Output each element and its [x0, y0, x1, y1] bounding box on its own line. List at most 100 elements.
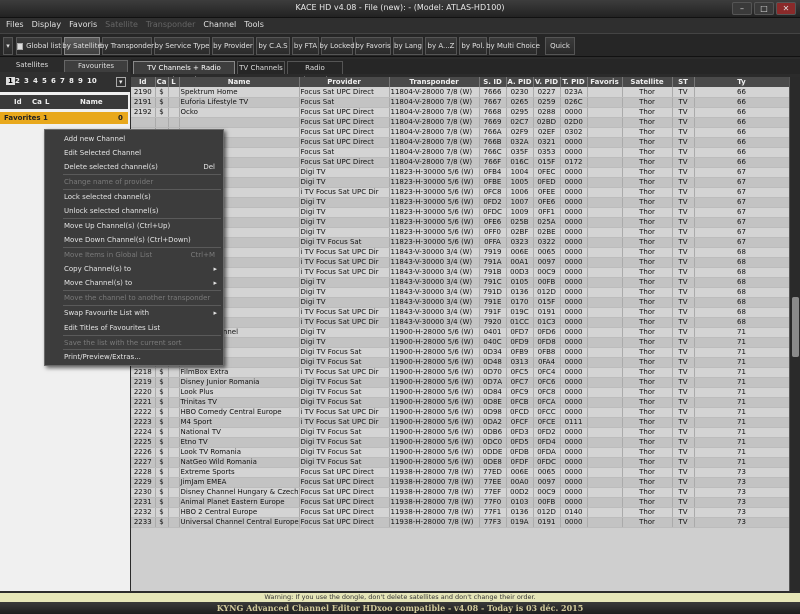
column-header[interactable]: ST [672, 77, 695, 87]
favourite-list-2[interactable]: 2 [15, 77, 20, 85]
sort-button-8[interactable]: by Lang [393, 37, 423, 55]
column-header[interactable]: Name [179, 77, 300, 87]
table-row[interactable]: 2233 $ Universal Channel Central Europe Foc… [131, 517, 789, 528]
sort-button-4[interactable]: by C.A.S [256, 37, 290, 55]
table-row[interactable]: Focus Sat 11804-V-28000 7/8 (W) 766C 035F 03… [131, 147, 789, 158]
table-row[interactable]: 2220 $ Look Plus Digi TV Focus Sat 11900-H-2… [131, 387, 789, 398]
column-header[interactable]: Id [131, 77, 156, 87]
table-row[interactable]: i TV Focus Sat UPC Dir 11823-H-30000 5/6 … [131, 187, 789, 198]
table-row[interactable]: DDigi TV11843-V-30000 3/4 (W)791E0170015… [131, 297, 789, 308]
column-header[interactable]: V. PID [533, 77, 561, 87]
table-row[interactable]: HD RomaniaDigi TV11823-H-30000 5/6 (W)0F… [131, 227, 789, 238]
column-header[interactable]: A. PID [506, 77, 534, 87]
table-row[interactable]: Focus Sat UPC Direct 11804-V-28000 7/8 (W… [131, 117, 789, 128]
table-row[interactable]: 2230 $ Disney Channel Hungary & Czech Focus… [131, 487, 789, 498]
favourite-list-1[interactable]: 1 [6, 77, 15, 85]
table-row[interactable]: Channeli TV Focus Sat UPC Dir11843-V-300… [131, 307, 789, 318]
minimize-icon[interactable]: – [732, 2, 752, 15]
close-icon[interactable]: ✕ [776, 2, 796, 15]
table-row[interactable]: 2191 $ Euforia Lifestyle TV Focus Sat 11804-… [131, 97, 789, 108]
favourite-list-6[interactable]: 6 [51, 77, 56, 85]
context-menu-item[interactable]: Edit Titles of Favourites List [45, 322, 223, 334]
col-id[interactable]: Id [14, 98, 22, 106]
favourite-list-8[interactable]: 8 [69, 77, 74, 85]
favourite-row[interactable]: Favorites 1 0 [0, 112, 128, 124]
sort-button-1[interactable]: by Transponder [100, 37, 154, 55]
context-menu-item[interactable]: Lock selected channel(s) [45, 191, 223, 203]
table-row[interactable]: HD HungaryDigi TV11823-H-30000 5/6 (W)0F… [131, 207, 789, 218]
table-row[interactable]: ungary)Digi TV11823-H-30000 5/6 (W)0FBE1… [131, 177, 789, 188]
table-row[interactable]: 2215$Digi Sport 3Digi TV11900-H-28000 5/… [131, 337, 789, 348]
favourite-list-4[interactable]: 4 [33, 77, 38, 85]
table-row[interactable]: 2216$Taraf TVDigi TV Focus Sat11900-H-28… [131, 347, 789, 358]
menu-display[interactable]: Display [28, 18, 66, 33]
table-row[interactable]: 2232 $ HBO 2 Central Europe Focus Sat UPC D… [131, 507, 789, 518]
table-row[interactable]: 2222 $ HBO Comedy Central Europe i TV Focus… [131, 407, 789, 418]
table-row[interactable]: 2226 $ Look TV Romania Digi TV Focus Sat 119… [131, 447, 789, 458]
sort-button-0[interactable]: by Satellite [62, 37, 102, 55]
dropdown-toggle-button[interactable]: ▾ [3, 37, 13, 55]
table-row[interactable]: 2214$1 Music ChannelDigi TV11900-H-28000… [131, 327, 789, 338]
menu-files[interactable]: Files [2, 18, 28, 33]
tab-radio[interactable]: Radio Channels [287, 61, 343, 84]
chevron-down-icon[interactable]: ▾ [116, 77, 126, 87]
col-ca[interactable]: Ca [32, 98, 42, 106]
table-row[interactable]: HD RomaniaDigi TV11823-H-30000 5/6 (W)0F… [131, 217, 789, 228]
column-header[interactable]: Provider [299, 77, 390, 87]
table-row[interactable]: HD HungaryDigi TV11823-H-30000 5/6 (W)0F… [131, 197, 789, 208]
sort-button-12[interactable]: Quick [545, 37, 575, 55]
sort-button-2[interactable]: by Service Type [154, 37, 210, 55]
table-row[interactable]: 2223 $ M4 Sport i TV Focus Sat UPC Dir 11900… [131, 417, 789, 428]
table-row[interactable]: 2231 $ Animal Planet Eastern Europe Focus S… [131, 497, 789, 508]
table-row[interactable]: 2218 $ FilmBox Extra i TV Focus Sat UPC Dir… [131, 367, 789, 378]
favourite-list-10[interactable]: 10 [87, 77, 97, 85]
context-menu-item[interactable]: Copy Channel(s) to ▸ [45, 263, 223, 275]
global-list-checkbox[interactable]: Global list [16, 37, 62, 55]
context-menu-item[interactable]: Move Channel(s) to ▸ [45, 277, 223, 289]
table-row[interactable]: 2192 $ Ocko Focus Sat UPC Direct 11804-V-280… [131, 107, 789, 118]
sort-button-6[interactable]: by Locked [319, 37, 355, 55]
menu-transponder[interactable]: Transponder [142, 18, 199, 33]
column-header[interactable]: Favoris [587, 77, 623, 87]
favourite-list-9[interactable]: 9 [78, 77, 83, 85]
tab-tv[interactable]: TV Channels [237, 61, 285, 74]
context-menu-item[interactable]: Add new Channel [45, 133, 223, 145]
column-header[interactable]: Ty [694, 77, 789, 87]
menu-tools[interactable]: Tools [240, 18, 268, 33]
context-menu-item[interactable]: Delete selected channel(s) Del [45, 161, 223, 173]
col-l[interactable]: L [45, 98, 49, 106]
table-row[interactable]: 2227 $ NatGeo Wild Romania Digi TV Focus Sa… [131, 457, 789, 468]
scroll-thumb[interactable] [792, 297, 799, 357]
column-header[interactable]: Ca [155, 77, 169, 87]
tab-tv-radio[interactable]: TV Channels + Radio Channels [133, 61, 235, 84]
table-row[interactable]: 2228 $ Extreme Sports Focus Sat UPC Direct 1… [131, 467, 789, 478]
table-row[interactable]: 2225 $ Etno TV Digi TV Focus Sat 11900-H-280… [131, 437, 789, 448]
column-header[interactable]: Satellite [622, 77, 673, 87]
table-row[interactable]: 2224 $ National TV Digi TV Focus Sat 11900-H… [131, 427, 789, 438]
context-menu-item[interactable]: Print/Preview/Extras... [45, 351, 223, 363]
context-menu-item[interactable]: Unlock selected channel(s) [45, 205, 223, 217]
menu-satellite[interactable]: Satellite [101, 18, 142, 33]
tab-favourites[interactable]: Favourites [64, 60, 128, 72]
sort-button-11[interactable]: by Multi Choice [486, 37, 540, 55]
table-row[interactable]: i TV Focus Sat UPC Dir 11843-V-30000 3/4 … [131, 247, 789, 258]
favourite-list-7[interactable]: 7 [60, 77, 65, 85]
table-row[interactable]: HD HungaryDigi TV11823-H-30000 5/6 (W)0F… [131, 167, 789, 178]
table-row[interactable]: Focus Sat UPC Direct 11804-V-28000 7/8 (W… [131, 137, 789, 148]
menu-channel[interactable]: Channel [199, 18, 240, 33]
context-menu-item[interactable]: Edit Selected Channel [45, 147, 223, 159]
table-row[interactable]: 2190 $ Spektrum Home Focus Sat UPC Direct 11… [131, 87, 789, 98]
table-row[interactable]: ngaryi TV Focus Sat UPC Dir11843-V-30000… [131, 317, 789, 328]
context-menu-item[interactable]: Swap Favourite List with ▸ [45, 307, 223, 319]
table-row[interactable]: 2217$Agro TVDigi TV Focus Sat11900-H-280… [131, 357, 789, 368]
table-row[interactable]: i TV Focus Sat UPC Dir 11843-V-30000 3/4 … [131, 257, 789, 268]
context-menu-item[interactable]: Move Up Channel(s) (Ctrl+Up) [45, 220, 223, 232]
col-name[interactable]: Name [80, 98, 103, 106]
table-row[interactable]: ungaryDigi TV11843-V-30000 3/4 (W)791D01… [131, 287, 789, 298]
tab-satellites[interactable]: Satellites [2, 60, 62, 72]
table-row[interactable]: 2219 $ Disney Junior Romania Digi TV Focus … [131, 377, 789, 388]
table-row[interactable]: Digi TV Focus Sat 11823-H-30000 5/6 (W) 0F… [131, 237, 789, 248]
sort-button-7[interactable]: by Favoris [355, 37, 391, 55]
table-row[interactable]: 2229 $ JimJam EMEA Focus Sat UPC Direct 1193… [131, 477, 789, 488]
vertical-scrollbar[interactable] [789, 77, 800, 591]
